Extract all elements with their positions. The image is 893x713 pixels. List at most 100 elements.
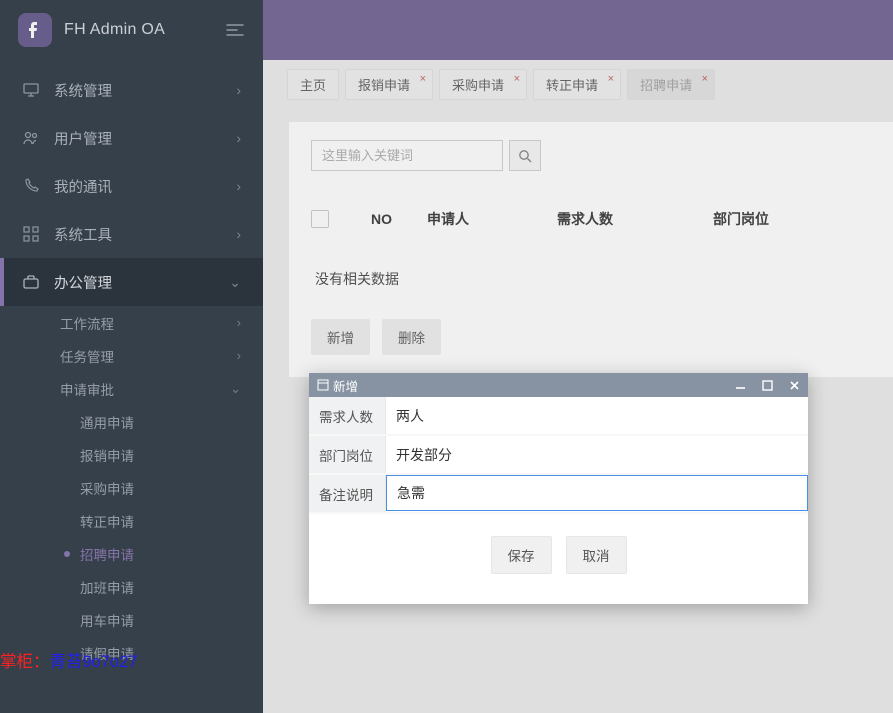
search-button[interactable] bbox=[509, 140, 541, 171]
app-label: 用车申请 bbox=[80, 610, 134, 630]
nav: 系统管理 › 用户管理 › 我的通讯 › 系统工具 › 办公管理 ⌄ 工作流程 bbox=[0, 66, 263, 669]
col-no: NO bbox=[371, 211, 427, 227]
watermark: 掌柜：青苔9o7o27 bbox=[0, 648, 138, 672]
sidebar: FH Admin OA 系统管理 › 用户管理 › 我的通讯 › 系统工具 › bbox=[0, 0, 263, 713]
app-label: 加班申请 bbox=[80, 577, 134, 597]
modal-title: 新增 bbox=[333, 376, 358, 395]
field-input-position[interactable] bbox=[386, 436, 808, 473]
app-label: 招聘申请 bbox=[80, 544, 134, 564]
field-input-need[interactable] bbox=[386, 397, 808, 434]
close-icon[interactable]: × bbox=[514, 73, 520, 85]
subnav-label: 工作流程 bbox=[60, 313, 114, 333]
save-button[interactable]: 保存 bbox=[491, 536, 552, 574]
app-title: FH Admin OA bbox=[64, 21, 165, 39]
field-label-need: 需求人数 bbox=[309, 397, 386, 434]
chevron-right-icon: › bbox=[236, 82, 241, 98]
tab-label: 采购申请 bbox=[452, 78, 504, 93]
nav-system[interactable]: 系统管理 › bbox=[0, 66, 263, 114]
cancel-button[interactable]: 取消 bbox=[566, 536, 627, 574]
col-need: 需求人数 bbox=[557, 209, 713, 229]
nav-label: 系统管理 bbox=[54, 80, 236, 101]
nav-office[interactable]: 办公管理 ⌄ bbox=[0, 258, 263, 306]
minimize-button[interactable] bbox=[735, 380, 746, 391]
app-overtime[interactable]: 加班申请 bbox=[80, 570, 263, 603]
chevron-right-icon: › bbox=[237, 315, 241, 330]
subnav-label: 申请审批 bbox=[60, 379, 114, 399]
content-panel: NO 申请人 需求人数 部门岗位 没有相关数据 新增 删除 bbox=[289, 122, 893, 377]
app-regular[interactable]: 转正申请 bbox=[80, 504, 263, 537]
subnav-label: 任务管理 bbox=[60, 346, 114, 366]
app-label: 采购申请 bbox=[80, 478, 134, 498]
nav-comm[interactable]: 我的通讯 › bbox=[0, 162, 263, 210]
field-label-position: 部门岗位 bbox=[309, 436, 386, 473]
watermark-b: 青苔9o7o27 bbox=[50, 653, 138, 671]
delete-button[interactable]: 删除 bbox=[382, 319, 441, 355]
tab-label: 转正申请 bbox=[546, 78, 598, 93]
tab-recruit[interactable]: 招聘申请 × bbox=[627, 69, 715, 100]
phone-icon bbox=[22, 177, 40, 195]
nav-label: 系统工具 bbox=[54, 224, 236, 245]
col-applicant: 申请人 bbox=[427, 209, 557, 229]
table: NO 申请人 需求人数 部门岗位 没有相关数据 bbox=[289, 199, 893, 319]
tab-regular[interactable]: 转正申请 × bbox=[533, 69, 621, 100]
select-all-checkbox[interactable] bbox=[311, 210, 371, 228]
search-row bbox=[289, 122, 893, 171]
modal-actions: 保存 取消 bbox=[309, 514, 808, 604]
maximize-button[interactable] bbox=[762, 380, 773, 391]
app-recruit[interactable]: 招聘申请 bbox=[80, 537, 263, 570]
tab-expense[interactable]: 报销申请 × bbox=[345, 69, 433, 100]
tab-purchase[interactable]: 采购申请 × bbox=[439, 69, 527, 100]
close-icon[interactable]: × bbox=[420, 73, 426, 85]
table-head: NO 申请人 需求人数 部门岗位 bbox=[311, 199, 877, 239]
close-icon[interactable]: × bbox=[702, 73, 708, 85]
chevron-right-icon: › bbox=[236, 178, 241, 194]
search-icon bbox=[518, 149, 532, 163]
users-icon bbox=[22, 129, 40, 147]
watermark-a: 掌柜： bbox=[0, 653, 50, 671]
logo-row: FH Admin OA bbox=[0, 0, 263, 60]
sidebar-toggle[interactable] bbox=[225, 23, 245, 37]
modal-new: 新增 需求人数 部门岗位 备注说明 保存 取消 bbox=[309, 373, 808, 604]
grid-icon bbox=[22, 225, 40, 243]
monitor-icon bbox=[22, 81, 40, 99]
tab-home[interactable]: 主页 bbox=[287, 69, 339, 100]
logo-icon bbox=[18, 13, 52, 47]
subnav-approval[interactable]: 申请审批 ⌄ bbox=[60, 372, 263, 405]
subnav-office: 工作流程 › 任务管理 › 申请审批 ⌄ 通用申请 报销申请 采购申请 转正申请… bbox=[0, 306, 263, 669]
field-input-note[interactable] bbox=[386, 475, 808, 511]
chevron-right-icon: › bbox=[236, 130, 241, 146]
briefcase-icon bbox=[22, 273, 40, 291]
modal-titlebar[interactable]: 新增 bbox=[309, 373, 808, 397]
subsubnav-applications: 通用申请 报销申请 采购申请 转正申请 招聘申请 加班申请 用车申请 请假申请 bbox=[60, 405, 263, 669]
nav-label: 我的通讯 bbox=[54, 176, 236, 197]
tab-label: 招聘申请 bbox=[640, 78, 692, 93]
empty-state: 没有相关数据 bbox=[311, 239, 877, 319]
operations: 新增 删除 bbox=[289, 319, 893, 377]
window-icon bbox=[317, 379, 329, 391]
subnav-workflow[interactable]: 工作流程 › bbox=[60, 306, 263, 339]
chevron-down-icon: ⌄ bbox=[230, 381, 241, 397]
app-general[interactable]: 通用申请 bbox=[80, 405, 263, 438]
app-label: 报销申请 bbox=[80, 445, 134, 465]
field-label-note: 备注说明 bbox=[309, 475, 386, 512]
app-label: 通用申请 bbox=[80, 412, 134, 432]
nav-label: 用户管理 bbox=[54, 128, 236, 149]
app-purchase[interactable]: 采购申请 bbox=[80, 471, 263, 504]
app-expense[interactable]: 报销申请 bbox=[80, 438, 263, 471]
app-label: 转正申请 bbox=[80, 511, 134, 531]
nav-tools[interactable]: 系统工具 › bbox=[0, 210, 263, 258]
chevron-right-icon: › bbox=[236, 226, 241, 242]
close-button[interactable] bbox=[789, 380, 800, 391]
nav-users[interactable]: 用户管理 › bbox=[0, 114, 263, 162]
app-car[interactable]: 用车申请 bbox=[80, 603, 263, 636]
add-button[interactable]: 新增 bbox=[311, 319, 370, 355]
form-row-position: 部门岗位 bbox=[309, 436, 808, 475]
chevron-right-icon: › bbox=[237, 348, 241, 363]
chevron-down-icon: ⌄ bbox=[229, 274, 241, 291]
search-input[interactable] bbox=[311, 140, 503, 171]
subnav-tasks[interactable]: 任务管理 › bbox=[60, 339, 263, 372]
close-icon[interactable]: × bbox=[608, 73, 614, 85]
tab-label: 报销申请 bbox=[358, 78, 410, 93]
form-row-note: 备注说明 bbox=[309, 475, 808, 514]
form-row-need: 需求人数 bbox=[309, 397, 808, 436]
